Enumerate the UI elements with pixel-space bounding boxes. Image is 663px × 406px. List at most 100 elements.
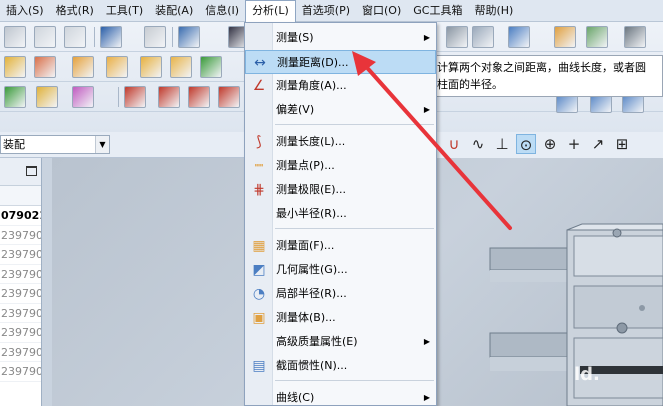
navigator-row[interactable]: 239790	[0, 245, 41, 265]
assembly-icon[interactable]	[4, 86, 26, 108]
wave-curve-icon[interactable]: ∿	[468, 134, 488, 154]
redo-icon[interactable]	[144, 26, 166, 48]
tooltip-line-1: 计算两个对象之间距离，曲线长度，或者圆	[437, 61, 646, 74]
menu-item-analysis-6[interactable]: ⋕ 测量极限(E)...	[245, 178, 436, 202]
sketch-icon[interactable]	[446, 26, 468, 48]
copy-icon[interactable]	[34, 26, 56, 48]
menu-item-analysis-5[interactable]: ┉ 测量点(P)...	[245, 154, 436, 178]
menu-separator	[275, 380, 434, 381]
menu-item-label: 几何属性(G)...	[276, 263, 348, 276]
center-point-icon[interactable]: ⊙	[516, 134, 536, 154]
menu-item-analysis-8[interactable]: ▦ 测量面(F)...	[245, 234, 436, 258]
navigator-scrollbar[interactable]	[42, 158, 52, 406]
menu-item-analysis-13[interactable]: ▤ 截面惯性(N)...	[245, 354, 436, 378]
menu-item-0[interactable]: 插入(S)	[0, 0, 50, 22]
curve-surface-icon[interactable]	[554, 26, 576, 48]
table-icon[interactable]: ⊞	[612, 134, 632, 154]
menu-item-4[interactable]: 信息(I)	[199, 0, 245, 22]
menu-item-6[interactable]: 首选项(P)	[296, 0, 356, 22]
circle-icon[interactable]	[188, 86, 210, 108]
menu-item-label: 测量长度(L)...	[276, 135, 346, 148]
measure-body-icon: ▣	[252, 310, 266, 326]
tooltip-line-2: 柱面的半径。	[437, 78, 503, 91]
menu-item-analysis-12[interactable]: 高级质量属性(E) ▶	[245, 330, 436, 354]
spline-icon[interactable]	[218, 86, 240, 108]
menu-item-analysis-1[interactable]: ↔ 测量距离(D)...	[245, 50, 436, 74]
menu-item-5[interactable]: 分析(L)	[245, 0, 296, 22]
menu-item-9[interactable]: 帮助(H)	[468, 0, 519, 22]
menu-item-label: 局部半径(R)...	[276, 287, 347, 300]
text-icon[interactable]	[72, 86, 94, 108]
measure-face-icon: ▦	[252, 238, 266, 254]
navigator-row[interactable]: 239790	[0, 265, 41, 284]
add-component-icon[interactable]	[200, 56, 222, 78]
target-icon[interactable]: ⊕	[540, 134, 560, 154]
submenu-arrow-icon: ▶	[423, 33, 430, 42]
navigator-row[interactable]: 239790	[0, 343, 41, 362]
face-icon[interactable]	[34, 56, 56, 78]
assembly-combo[interactable]: 装配 ▼	[0, 135, 110, 154]
shape-icon[interactable]	[4, 56, 26, 78]
menu-item-label: 测量极限(E)...	[276, 183, 347, 196]
menu-item-analysis-7[interactable]: 最小半径(R)...	[245, 202, 436, 226]
geometry-props-icon: ◩	[252, 262, 266, 278]
menu-item-8[interactable]: GC工具箱	[407, 0, 468, 22]
measure-length-icon: ⟆	[256, 134, 262, 150]
measure-ruler-icon[interactable]	[178, 26, 200, 48]
datum-icon[interactable]	[472, 26, 494, 48]
navigator-row[interactable]: 239790	[0, 362, 41, 382]
assembly-combo-value: 装配	[3, 138, 25, 151]
scissors-icon[interactable]	[4, 26, 26, 48]
menu-item-7[interactable]: 窗口(O)	[356, 0, 407, 22]
move-icon[interactable]	[170, 56, 192, 78]
menu-item-label: 测量距离(D)...	[277, 56, 349, 69]
submenu-arrow-icon: ▶	[423, 337, 430, 346]
menu-item-label: 测量体(B)...	[276, 311, 336, 324]
menu-item-label: 测量面(F)...	[276, 239, 335, 252]
cube-icon[interactable]	[508, 26, 530, 48]
menu-item-analysis-14[interactable]: 曲线(C) ▶	[245, 386, 436, 406]
arc-icon[interactable]	[158, 86, 180, 108]
assembly-navigator: 079021-239790239790239790239790239790239…	[0, 158, 42, 406]
analysis-menu: 测量(S) ▶ ↔ 测量距离(D)... ∠ 测量角度(A)... 偏差(V) ▶ ⟆ 测量长度(…	[244, 22, 437, 406]
menu-item-analysis-0[interactable]: 测量(S) ▶	[245, 26, 436, 50]
paste-icon[interactable]	[64, 26, 86, 48]
menu-item-label: 测量点(P)...	[276, 159, 335, 172]
measure-angle-icon: ∠	[252, 78, 266, 94]
undo-icon[interactable]	[100, 26, 122, 48]
menu-separator	[275, 124, 434, 125]
menu-item-analysis-2[interactable]: ∠ 测量角度(A)...	[245, 74, 436, 98]
line-icon[interactable]	[124, 86, 146, 108]
chevron-down-icon[interactable]: ▼	[95, 136, 109, 153]
tangent-icon[interactable]: ↗	[588, 134, 608, 154]
curve-toolbar: ∪ ∿ ⊥ ⊙ ⊕ + ↗ ⊞	[436, 132, 663, 158]
surface-icon[interactable]	[586, 26, 608, 48]
menu-item-analysis-9[interactable]: ◩ 几何属性(G)...	[245, 258, 436, 282]
view-icon[interactable]	[624, 26, 646, 48]
measure-point-icon: ┉	[254, 158, 264, 174]
maximize-icon[interactable]	[26, 166, 37, 176]
measure-limit-icon: ⋕	[253, 182, 265, 198]
navigator-row[interactable]: 239790	[0, 226, 41, 245]
cross-icon[interactable]: +	[564, 134, 584, 154]
section-inertia-icon: ▤	[252, 358, 266, 374]
menu-item-1[interactable]: 格式(R)	[50, 0, 100, 22]
menu-item-analysis-3[interactable]: 偏差(V) ▶	[245, 98, 436, 122]
replace-icon[interactable]	[36, 86, 58, 108]
pattern-icon[interactable]	[106, 56, 128, 78]
menu-item-analysis-11[interactable]: ▣ 测量体(B)...	[245, 306, 436, 330]
navigator-row[interactable]: 079021-	[0, 206, 41, 226]
offset-icon[interactable]	[72, 56, 94, 78]
navigator-row[interactable]: 239790	[0, 304, 41, 323]
curve-icon[interactable]: ∪	[444, 134, 464, 154]
array-icon[interactable]	[140, 56, 162, 78]
navigator-row[interactable]: 239790	[0, 284, 41, 304]
submenu-arrow-icon: ▶	[423, 393, 430, 402]
menu-item-3[interactable]: 装配(A)	[149, 0, 199, 22]
menu-item-2[interactable]: 工具(T)	[100, 0, 149, 22]
menu-separator	[275, 228, 434, 229]
menu-item-analysis-4[interactable]: ⟆ 测量长度(L)...	[245, 130, 436, 154]
normal-icon[interactable]: ⊥	[492, 134, 512, 154]
menu-item-analysis-10[interactable]: ◔ 局部半径(R)...	[245, 282, 436, 306]
navigator-row[interactable]: 239790	[0, 323, 41, 343]
